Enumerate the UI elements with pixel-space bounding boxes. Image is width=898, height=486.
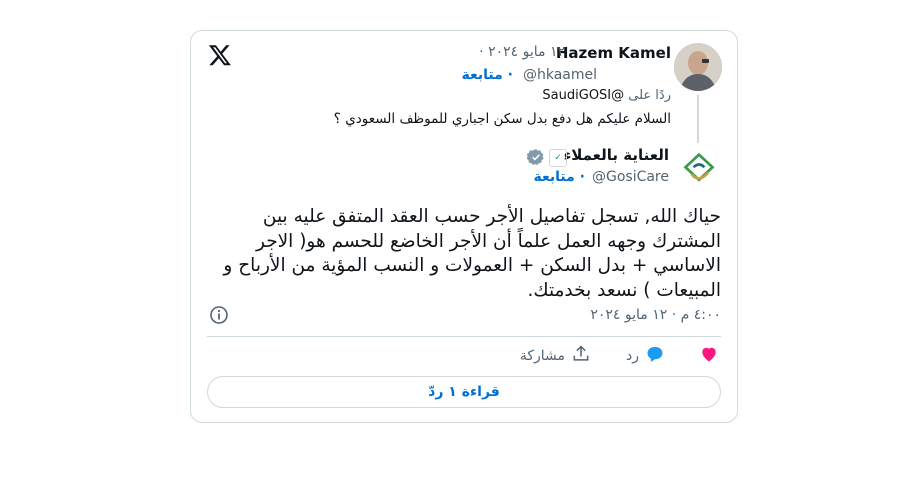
tweet-timestamp[interactable]: ٤:٠٠ م · ١٢ مايو ٢٠٢٤ xyxy=(590,307,721,323)
parent-date[interactable]: ١٢ مايو ٢٠٢٤ · xyxy=(479,44,565,60)
share-label: مشاركة xyxy=(519,348,565,364)
avatar[interactable] xyxy=(674,43,722,91)
reply-icon xyxy=(645,344,665,368)
reply-button[interactable]: رد xyxy=(626,345,665,367)
read-replies-button[interactable]: قراءة ١ ردّ xyxy=(207,376,721,408)
author-handle[interactable]: @GosiCare xyxy=(592,169,669,185)
replying-to: ردًا على @SaudiGOSI xyxy=(542,88,671,103)
author-name[interactable]: العناية بالعملاء xyxy=(564,146,669,164)
share-icon xyxy=(571,344,591,368)
verified-icon xyxy=(526,148,545,166)
tweet-embed-card: Hazem Kamel ١٢ مايو ٢٠٢٤ · متابعة · @hka… xyxy=(190,30,738,423)
share-button[interactable]: مشاركة xyxy=(520,345,591,367)
replying-to-mention[interactable]: @SaudiGOSI xyxy=(542,88,624,103)
avatar[interactable] xyxy=(679,149,719,189)
parent-author-name[interactable]: Hazem Kamel xyxy=(556,44,671,62)
parent-tweet-text: السلام عليكم هل دفع بدل سكن اجباري للموظ… xyxy=(333,111,671,127)
reply-label: رد xyxy=(626,348,639,364)
divider xyxy=(207,336,721,337)
follow-link[interactable]: متابعة · xyxy=(534,169,586,185)
heart-icon xyxy=(699,344,719,368)
tweet-text: حياك الله, تسجل تفاصيل الأجر حسب العقد ا… xyxy=(223,206,721,301)
like-button[interactable] xyxy=(699,345,719,367)
info-icon[interactable] xyxy=(209,305,229,325)
parent-follow-link[interactable]: متابعة · xyxy=(462,67,514,83)
replying-to-prefix: ردًا على xyxy=(628,88,671,103)
thread-line xyxy=(697,95,699,143)
affiliate-badge: ✓ xyxy=(549,149,567,167)
parent-handle[interactable]: @hkaamel xyxy=(523,67,597,83)
x-logo-icon[interactable] xyxy=(208,43,232,67)
